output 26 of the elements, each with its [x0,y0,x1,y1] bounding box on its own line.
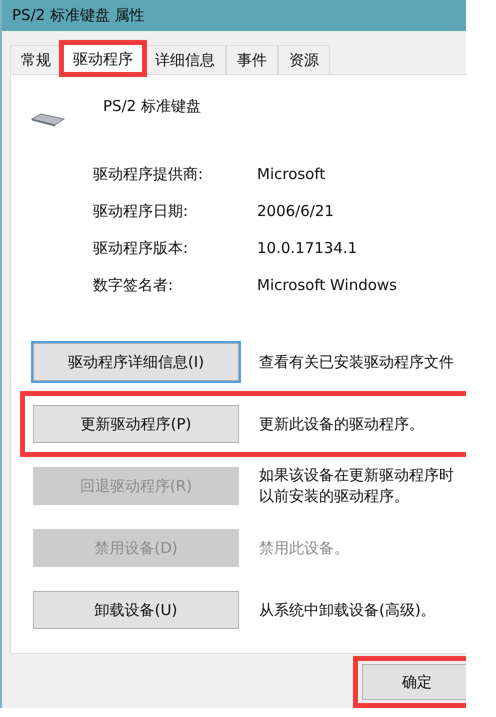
property-value: 10.0.17134.1 [257,239,358,259]
action-description: 如果该设备在更新驱动程序时 [259,465,454,486]
action-description: 从系统中卸载设备(高级)。 [259,600,436,620]
action-description: 禁用此设备。 [259,538,349,558]
window-title: PS/2 标准键盘 属性 [12,6,145,25]
property-label: 驱动程序提供商: [93,165,204,185]
tab[interactable]: 详细信息 [144,45,226,74]
action-button[interactable]: 驱动程序详细信息(I) [33,343,239,381]
tab[interactable]: 驱动程序 [62,43,144,74]
action-description: 以前安装的驱动程序。 [259,486,410,507]
property-value: Microsoft Windows [257,276,398,296]
property-label: 数字签名者: [93,276,174,296]
property-value: Microsoft [257,165,326,185]
property-label: 驱动程序日期: [93,202,190,222]
action-description: 更新此设备的驱动程序。 [259,414,424,434]
tab[interactable]: 事件 [226,45,278,74]
action-button[interactable]: 更新驱动程序(P) [33,405,239,443]
action-description: 查看有关已安装驱动程序文件 [259,352,454,372]
property-value: 2006/6/21 [257,202,335,222]
property-label: 驱动程序版本: [93,239,190,259]
keyboard-icon [31,113,65,127]
device-name: PS/2 标准键盘 [103,97,201,116]
tab[interactable]: 资源 [278,45,330,74]
tab[interactable]: 常规 [10,45,62,74]
action-button[interactable]: 卸载设备(U) [33,591,239,629]
ok-button[interactable]: 确定 [362,664,466,700]
